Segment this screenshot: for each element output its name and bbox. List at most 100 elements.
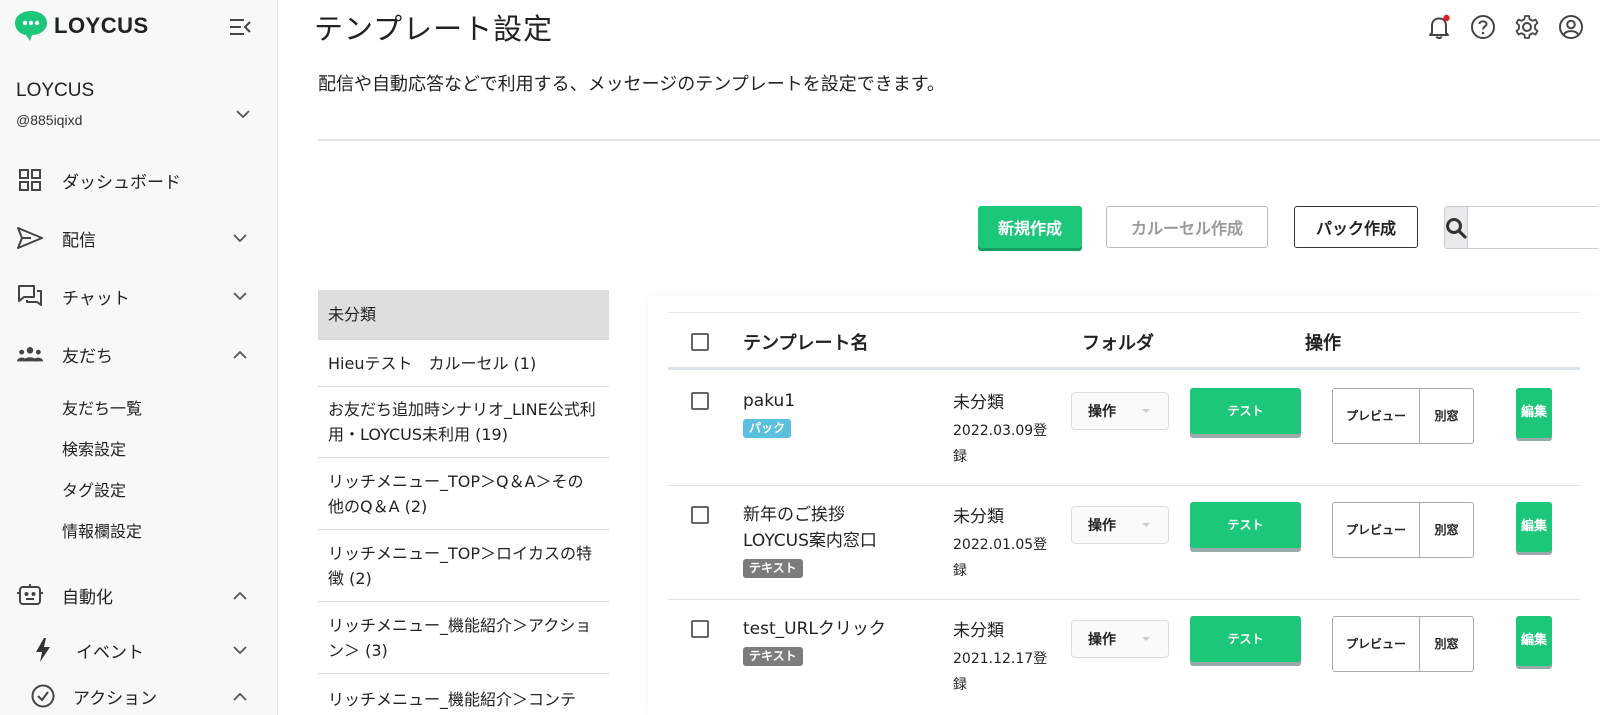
folder-cell: 未分類 [953,507,1004,527]
open-window-button[interactable]: 別窓 [1419,388,1474,444]
account-switcher[interactable]: LOYCUS @885iqixd [16,80,256,128]
create-pack-button[interactable]: パック作成 [1294,206,1418,248]
test-send-button[interactable]: テスト [1190,616,1301,662]
people-icon [17,341,43,367]
folder-list: 未分類 Hieuテスト カルーセル (1) お友だち追加時シナリオ_LINE公式… [318,290,609,715]
search-icon [1446,217,1467,239]
edit-button[interactable]: 編集 [1516,388,1552,438]
search-input[interactable] [1468,207,1600,248]
logo-chat-icon [15,11,47,41]
folder-item[interactable]: Hieuテスト カルーセル (1) [318,340,609,387]
template-name[interactable]: 新年のご挨拶LOYCUS案内窓口 テキスト [743,502,903,580]
preview-button[interactable]: プレビュー [1332,388,1420,444]
sidebar-subitem-tag-settings[interactable]: タグ設定 [62,477,126,501]
sidebar-item-delivery[interactable]: 配信 [0,218,278,258]
sidebar-item-action[interactable]: アクション [0,676,278,715]
test-send-button[interactable]: テスト [1190,502,1301,548]
template-name-text: paku1 [743,391,796,411]
caret-down-icon [1142,523,1150,527]
dropdown-label: 操作 [1088,404,1116,420]
edit-button[interactable]: 編集 [1516,502,1552,552]
user-avatar-icon[interactable] [1558,14,1584,40]
operations-dropdown[interactable]: 操作 [1071,506,1169,544]
caret-down-icon [1142,409,1150,413]
open-window-button[interactable]: 別窓 [1419,616,1474,672]
select-all-checkbox[interactable] [691,333,709,351]
type-badge: テキスト [743,647,803,666]
sidebar-item-dashboard[interactable]: ダッシュボード [0,160,278,200]
folder-item[interactable]: リッチメニュー_TOP＞Q＆A＞その他のQ＆A (2) [318,458,609,530]
sidebar-item-label: 友だち [62,346,113,367]
template-name[interactable]: test_URLクリック テキスト [743,616,886,668]
column-header-ops: 操作 [1305,333,1341,354]
page-description: 配信や自動応答などで利用する、メッセージのテンプレートを設定できます。 [318,74,945,95]
header-divider [318,139,1600,141]
sidebar-item-label: 自動化 [62,587,113,608]
preview-button[interactable]: プレビュー [1332,616,1420,672]
check-circle-icon [30,683,56,709]
chevron-up-icon [233,692,247,701]
account-id: @885iqixd [16,112,83,128]
search-button[interactable] [1445,207,1468,248]
top-icon-bar [1426,14,1584,40]
created-date: 2021.12.17登録 [953,651,1048,693]
template-name-text: test_URLクリック [743,619,886,639]
template-table: テンプレート名 フォルダ 操作 paku1 パック 未分類 2022.03.09… [648,296,1600,715]
page-title: テンプレート設定 [314,12,554,46]
sidebar-item-chat[interactable]: チャット [0,276,278,316]
chevron-down-icon [233,291,247,300]
grid-icon [17,167,43,193]
sidebar-subitem-info-settings[interactable]: 情報欄設定 [62,518,142,542]
template-name-text: 新年のご挨拶LOYCUS案内窓口 [743,505,877,551]
collapse-menu-icon[interactable] [228,17,252,37]
type-badge: パック [743,419,792,438]
operations-dropdown[interactable]: 操作 [1071,620,1169,658]
sidebar-item-label: アクション [73,688,158,709]
type-badge: テキスト [743,559,803,578]
column-header-folder: フォルダ [1082,333,1154,354]
sidebar-item-event[interactable]: イベント [0,630,278,670]
send-icon [17,225,43,251]
create-carousel-button[interactable]: カルーセル作成 [1106,206,1268,248]
template-name[interactable]: paku1 パック [743,388,795,440]
logo-text: LOYCUS [54,13,149,38]
chevron-up-icon [233,591,247,600]
table-header: テンプレート名 フォルダ 操作 [668,312,1580,370]
table-row: 新年のご挨拶LOYCUS案内窓口 テキスト 未分類 2022.01.05登録 操… [668,486,1580,600]
account-name: LOYCUS [16,80,95,101]
robot-icon [17,582,43,608]
new-template-button[interactable]: 新規作成 [978,206,1082,248]
sidebar-item-label: チャット [62,288,130,309]
folder-item[interactable]: リッチメニュー_機能紹介＞コンテ [318,674,609,715]
gear-icon[interactable] [1514,14,1540,40]
dropdown-label: 操作 [1088,632,1116,648]
help-icon[interactable] [1470,14,1496,40]
sidebar-item-automation[interactable]: 自動化 [0,575,278,615]
sidebar-item-friends[interactable]: 友だち [0,334,278,374]
operations-dropdown[interactable]: 操作 [1071,392,1169,430]
row-checkbox[interactable] [691,506,709,524]
bell-icon[interactable] [1426,14,1452,40]
preview-button[interactable]: プレビュー [1332,502,1420,558]
edit-button[interactable]: 編集 [1516,616,1552,666]
chat-icon [17,283,43,309]
sidebar-item-label: イベント [76,642,144,663]
row-checkbox[interactable] [691,392,709,410]
chevron-down-icon [233,233,247,242]
folder-item[interactable]: 未分類 [318,290,609,340]
sidebar: LOYCUS LOYCUS @885iqixd ダッシュボード 配信 チャット [0,0,278,715]
chevron-down-icon [236,110,250,119]
logo[interactable]: LOYCUS [14,10,149,42]
test-send-button[interactable]: テスト [1190,388,1301,434]
open-window-button[interactable]: 別窓 [1419,502,1474,558]
sidebar-subitem-friends-list[interactable]: 友だち一覧 [62,395,142,419]
folder-item[interactable]: リッチメニュー_機能紹介＞アクション＞ (3) [318,602,609,674]
chevron-down-icon [233,645,247,654]
dropdown-label: 操作 [1088,518,1116,534]
sidebar-subitem-search-settings[interactable]: 検索設定 [62,436,126,460]
folder-item[interactable]: リッチメニュー_TOP＞ロイカスの特徴 (2) [318,530,609,602]
folder-cell: 未分類 [953,393,1004,413]
table-row: test_URLクリック テキスト 未分類 2021.12.17登録 操作 テス… [668,600,1580,714]
folder-item[interactable]: お友だち追加時シナリオ_LINE公式利用・LOYCUS未利用 (19) [318,387,609,458]
row-checkbox[interactable] [691,620,709,638]
